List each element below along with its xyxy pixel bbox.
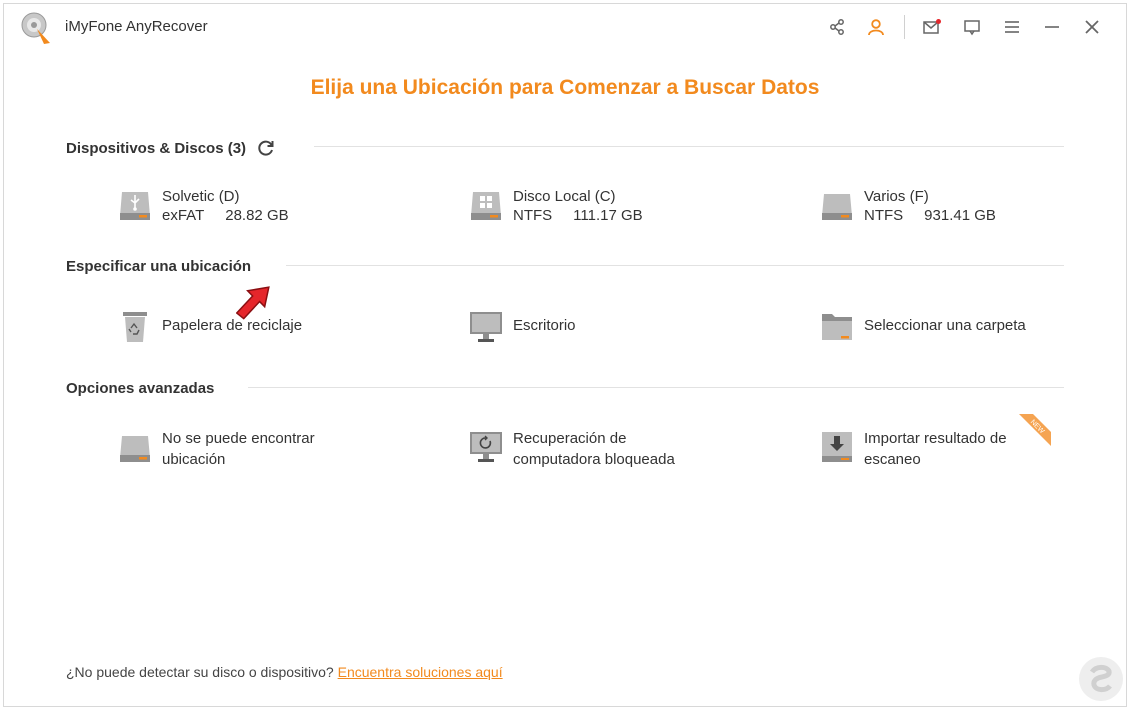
advanced-label-line2: ubicación <box>162 451 226 468</box>
refresh-icon[interactable] <box>256 138 276 158</box>
device-filesystem: NTFS <box>513 207 553 224</box>
advanced-item-import-scan[interactable]: Importar resultado de escaneo <box>819 428 1007 470</box>
device-filesystem: exFAT <box>162 207 205 224</box>
device-filesystem: NTFS <box>864 207 904 224</box>
minimize-icon[interactable] <box>1041 16 1063 38</box>
advanced-label-line2: computadora bloqueada <box>513 451 675 468</box>
desktop-icon <box>470 312 502 342</box>
feedback-icon[interactable] <box>961 16 983 38</box>
locations-heading-label: Especificar una ubicación <box>66 258 252 275</box>
watermark-logo-icon <box>1079 657 1123 701</box>
locations-section-heading: Especificar una ubicación <box>66 258 251 275</box>
device-size: 111.17 GB <box>573 207 643 224</box>
lost-drive-icon <box>120 436 150 462</box>
device-name: Varios (F) <box>864 188 929 205</box>
device-name: Disco Local (C) <box>513 188 616 205</box>
footer-question: ¿No puede detectar su disco o dispositiv… <box>66 664 334 680</box>
app-title: iMyFone AnyRecover <box>65 18 208 35</box>
device-item-varios[interactable]: Varios (F) NTFS 931.41 GB <box>819 186 996 224</box>
device-item-solvetic[interactable]: Solvetic (D) exFAT 28.82 GB <box>117 186 289 224</box>
import-icon <box>822 432 852 462</box>
advanced-item-crashed-computer[interactable]: Recuperación de computadora bloqueada <box>468 428 675 470</box>
advanced-item-lost-location[interactable]: No se puede encontrar ubicación <box>117 428 315 470</box>
app-logo-icon <box>21 12 50 44</box>
locations-divider <box>286 265 1064 266</box>
new-badge: NEW <box>1019 414 1051 446</box>
advanced-label-line1: No se puede encontrar <box>162 430 315 447</box>
mail-icon[interactable] <box>921 16 943 38</box>
advanced-divider <box>248 387 1064 388</box>
advanced-label-line1: Importar resultado de <box>864 430 1007 447</box>
footer: ¿No puede detectar su disco o dispositiv… <box>66 664 503 680</box>
user-icon[interactable] <box>865 16 887 38</box>
pointer-arrow-icon <box>236 286 270 320</box>
device-name: Solvetic (D) <box>162 188 240 205</box>
hard-drive-icon <box>822 194 852 220</box>
close-icon[interactable] <box>1081 16 1103 38</box>
advanced-label-line2: escaneo <box>864 451 921 468</box>
location-item-select-folder[interactable]: Seleccionar una carpeta <box>819 308 1026 344</box>
menu-icon[interactable] <box>1001 16 1023 38</box>
page-title: Elija una Ubicación para Comenzar a Busc… <box>310 76 820 99</box>
device-size: 28.82 GB <box>225 207 289 224</box>
device-size: 931.41 GB <box>924 207 996 224</box>
windows-drive-icon <box>471 192 501 220</box>
devices-section-heading: Dispositivos & Discos (3) <box>66 138 276 158</box>
device-item-disco-local[interactable]: Disco Local (C) NTFS 111.17 GB <box>468 186 643 224</box>
footer-solutions-link[interactable]: Encuentra soluciones aquí <box>338 664 503 680</box>
usb-drive-icon <box>120 192 150 220</box>
recycle-bin-icon <box>123 312 147 342</box>
location-item-desktop[interactable]: Escritorio <box>468 308 576 344</box>
advanced-label-line1: Recuperación de <box>513 430 627 447</box>
crashed-computer-icon <box>470 432 502 462</box>
share-icon[interactable] <box>826 16 848 38</box>
titlebar-divider <box>904 15 905 39</box>
devices-divider <box>314 146 1064 147</box>
location-label: Escritorio <box>513 317 576 334</box>
advanced-heading-label: Opciones avanzadas <box>66 380 215 397</box>
devices-heading-label: Dispositivos & Discos (3) <box>66 139 247 157</box>
location-label: Seleccionar una carpeta <box>864 317 1026 334</box>
folder-icon <box>822 314 852 340</box>
advanced-section-heading: Opciones avanzadas <box>66 380 214 397</box>
app-window: iMyFone AnyRecover Elija una Ubicación p… <box>3 3 1127 707</box>
title-bar: iMyFone AnyRecover <box>4 4 1126 50</box>
